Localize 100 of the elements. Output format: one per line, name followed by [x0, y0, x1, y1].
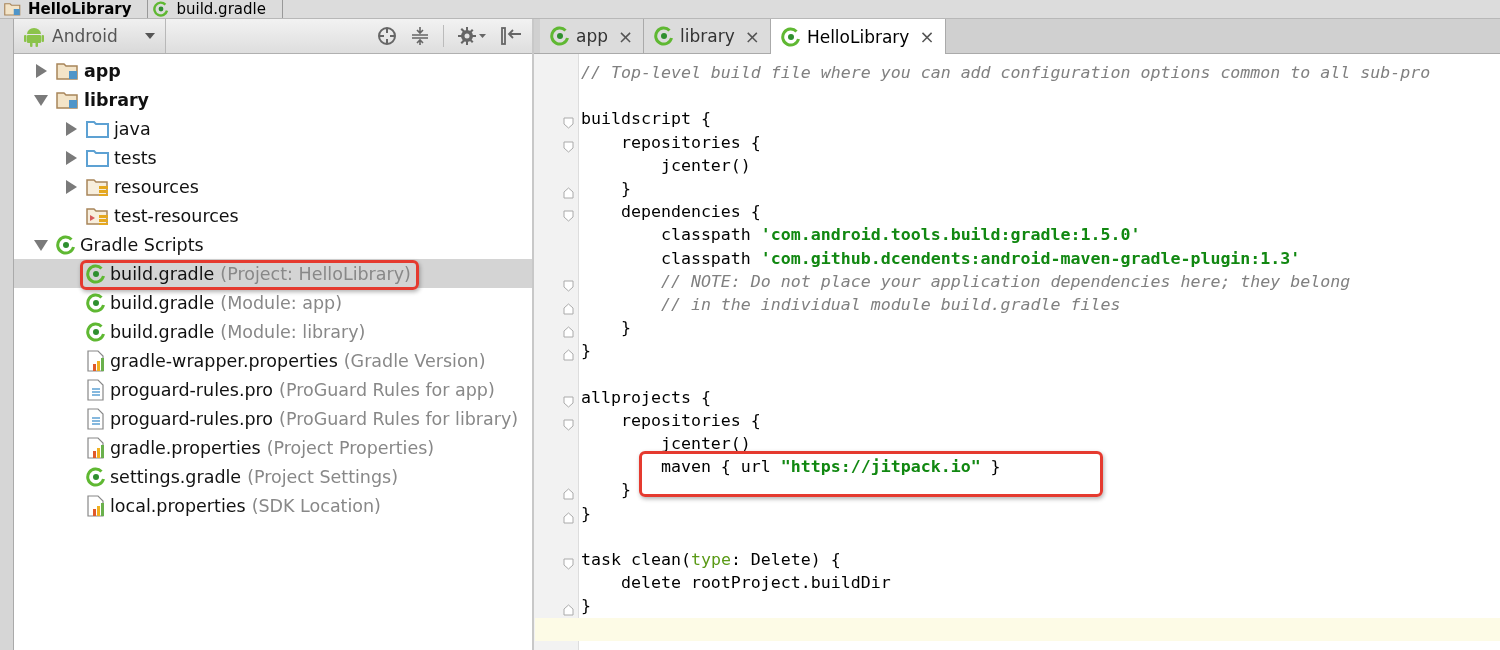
text-file-icon — [86, 407, 106, 430]
folder-icon — [56, 60, 80, 81]
gradle-icon — [56, 234, 76, 255]
breadcrumb[interactable]: HelloLibrary — [0, 0, 149, 18]
file-name: Gradle Scripts — [80, 234, 204, 255]
tree-item[interactable]: app — [14, 56, 532, 85]
fold-marker-icon[interactable] — [563, 117, 574, 130]
hide-panel-icon[interactable] — [500, 26, 522, 46]
collapsed-arrow-icon[interactable] — [64, 150, 78, 165]
file-name: java — [114, 118, 151, 139]
collapsed-arrow-icon[interactable] — [64, 121, 78, 136]
fold-marker-icon[interactable] — [563, 395, 574, 408]
file-description: (Module: app) — [220, 292, 343, 313]
android-robot-icon — [24, 25, 44, 47]
file-name: library — [84, 89, 149, 110]
file-name: gradle.properties — [110, 437, 261, 458]
settings-icon[interactable] — [458, 26, 486, 46]
file-description: (Gradle Version) — [343, 350, 486, 371]
tree-item[interactable]: proguard-rules.pro (ProGuard Rules for library) — [14, 404, 532, 433]
file-description: (ProGuard Rules for library) — [279, 408, 519, 429]
file-name: proguard-rules.pro — [110, 408, 274, 429]
file-description: (SDK Location) — [251, 495, 381, 516]
folder-icon — [86, 118, 110, 139]
file-description: (Project Properties) — [266, 437, 435, 458]
file-name: settings.gradle — [110, 466, 242, 487]
view-selector[interactable]: Android — [14, 19, 166, 53]
fold-marker-icon[interactable] — [563, 349, 574, 362]
fold-marker-icon[interactable] — [563, 140, 574, 153]
editor-tab[interactable]: HelloLibrary × — [770, 19, 946, 54]
collapse-all-icon[interactable] — [411, 26, 429, 46]
chart-file-icon — [86, 349, 106, 372]
editor-tab[interactable]: library × — [644, 19, 771, 53]
tree-item[interactable]: settings.gradle (Project Settings) — [14, 462, 532, 491]
folder-icon — [4, 1, 22, 17]
fold-marker-icon[interactable] — [563, 418, 574, 431]
code-line: dependencies { — [619, 202, 761, 222]
code-line: } — [619, 318, 631, 338]
gradle-icon — [86, 292, 106, 313]
code-line: repositories { — [619, 410, 761, 430]
fold-marker-icon[interactable] — [563, 604, 574, 617]
gradle-icon — [780, 26, 801, 47]
code-line: // Top-level build file where you can add configuration options common to all sub-pro — [581, 63, 1431, 82]
code-line: // in the individual module build.gradle files — [659, 294, 1121, 314]
file-name: build.gradle — [110, 321, 215, 342]
tree-item[interactable]: tests — [14, 143, 532, 172]
tree-item[interactable]: Gradle Scripts — [14, 230, 532, 259]
tree-item[interactable]: build.gradle (Project: HelloLibrary) — [14, 259, 532, 288]
chart-file-icon — [86, 436, 106, 459]
file-description: (Project: HelloLibrary) — [220, 263, 411, 284]
fold-marker-icon[interactable] — [563, 210, 574, 223]
collapsed-arrow-icon[interactable] — [34, 63, 48, 78]
tree-item[interactable]: build.gradle (Module: app) — [14, 288, 532, 317]
folder-icon — [86, 147, 110, 168]
close-tab-button[interactable]: × — [744, 25, 760, 47]
caret-icon — [145, 33, 155, 39]
tree-item[interactable]: java — [14, 114, 532, 143]
code-line: // NOTE: Do not place your application dependencies here; they belong — [659, 271, 1351, 291]
fold-marker-icon[interactable] — [563, 557, 574, 570]
file-name: tests — [114, 147, 157, 168]
file-name: proguard-rules.pro — [110, 379, 274, 400]
file-name: build.gradle — [110, 263, 215, 284]
fold-marker-icon[interactable] — [563, 488, 574, 501]
text-file-icon — [86, 378, 106, 401]
crosshair-icon[interactable] — [377, 26, 397, 46]
code-line: maven { url "https://jitpack.io" } — [659, 457, 1001, 477]
gradle-icon — [86, 321, 106, 342]
editor-tab[interactable]: app × — [540, 19, 645, 53]
file-name: build.gradle — [110, 292, 215, 313]
fold-marker-icon[interactable] — [563, 326, 574, 339]
code-line: allprojects { — [581, 387, 711, 407]
tree-item[interactable]: build.gradle (Module: library) — [14, 317, 532, 346]
breadcrumb[interactable]: build.gradle — [148, 0, 283, 18]
collapsed-arrow-icon[interactable] — [64, 179, 78, 194]
code-line: jcenter() — [659, 434, 751, 453]
expanded-arrow-icon[interactable] — [34, 237, 48, 252]
fold-marker-icon[interactable] — [563, 511, 574, 524]
tree-item[interactable]: resources — [14, 172, 532, 201]
tree-item[interactable]: proguard-rules.pro (ProGuard Rules for app) — [14, 375, 532, 404]
file-description: (Module: library) — [220, 321, 366, 342]
code-line: } — [619, 178, 631, 198]
close-tab-button[interactable]: × — [618, 25, 634, 47]
folder-icon — [56, 89, 80, 110]
chart-file-icon — [86, 494, 106, 517]
code-line: repositories { — [619, 132, 761, 152]
code-line: classpath 'com.github.dcendents:android-maven-gradle-plugin:1.3' — [659, 248, 1301, 268]
tree-item[interactable]: local.properties (SDK Location) — [14, 491, 532, 520]
code-line: jcenter() — [659, 155, 751, 175]
expanded-arrow-icon[interactable] — [34, 92, 48, 107]
gradle-icon — [86, 466, 106, 487]
tree-item[interactable]: gradle-wrapper.properties (Gradle Version) — [14, 346, 532, 375]
fold-marker-icon[interactable] — [563, 302, 574, 315]
close-tab-button[interactable]: × — [919, 26, 935, 47]
code-line: classpath 'com.android.tools.build:gradle:1.5.0' — [659, 225, 1141, 245]
tree-item[interactable]: library — [14, 85, 532, 114]
folder-icon — [86, 176, 110, 197]
tree-item[interactable]: test-resources — [14, 201, 532, 230]
tree-item[interactable]: gradle.properties (Project Properties) — [14, 433, 532, 462]
fold-marker-icon[interactable] — [563, 186, 574, 199]
fold-marker-icon[interactable] — [563, 279, 574, 292]
gradle-icon — [550, 26, 570, 46]
